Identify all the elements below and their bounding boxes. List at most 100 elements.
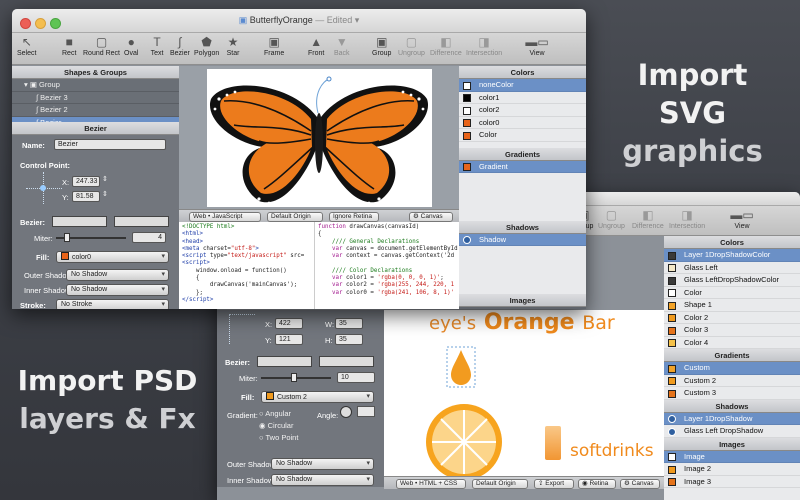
h-field[interactable]: 35 (335, 334, 363, 345)
color-swatch (668, 251, 676, 260)
resource-row[interactable]: Image 3 (664, 476, 800, 488)
outer-shadow-popup[interactable]: No Shadow (271, 458, 374, 470)
back-lang-popup[interactable]: Web • HTML + CSS (396, 478, 466, 489)
bezier-join-buttons[interactable] (257, 356, 312, 367)
resource-row[interactable]: Gradient (459, 160, 586, 173)
js-code-pane[interactable]: function drawCanvas(canvasId) { //// Gen… (314, 222, 459, 309)
bring-front-icon: ▲ (310, 35, 323, 49)
back-canvas-button[interactable]: ⚙ Canvas (620, 478, 660, 489)
gradient-radio-angular[interactable]: ○ Angular (259, 409, 291, 418)
cp-x-stepper[interactable]: ⇕ (102, 175, 108, 183)
resource-row[interactable]: Glass LeftDropShadowColor (664, 274, 800, 287)
resource-row[interactable]: noneColor (459, 79, 586, 92)
front-canvas[interactable] (179, 66, 459, 209)
tool-select[interactable]: ↖ Select (17, 35, 36, 57)
resource-row[interactable]: Color 4 (664, 337, 800, 349)
resource-row[interactable]: Color (664, 287, 800, 299)
resource-row[interactable]: Color (459, 129, 586, 142)
cp-y-stepper[interactable]: ⇕ (102, 190, 108, 198)
tool-group[interactable]: ▣ Group (372, 35, 391, 57)
miter-field[interactable]: 10 (337, 372, 375, 383)
resource-label: Custom 2 (684, 375, 717, 385)
html-code-pane[interactable]: <!DOCTYPE html> <html> <head> <meta char… (179, 222, 314, 309)
front-origin-popup[interactable]: Default Origin (267, 211, 323, 222)
h-label: H: (325, 336, 333, 345)
gradient-radio-circular[interactable]: ◉ Circular (259, 421, 293, 430)
w-field[interactable]: 35 (335, 318, 363, 329)
angle-dial[interactable] (340, 406, 352, 418)
minimize-button[interactable] (35, 18, 46, 29)
bezier-cap-buttons[interactable] (114, 216, 169, 227)
tool-frame[interactable]: ▣ Frame (264, 35, 284, 57)
gradient-radio-two-point[interactable]: ○ Two Point (259, 433, 298, 442)
miter-slider-knob[interactable] (291, 373, 297, 382)
resource-row[interactable]: Custom 2 (664, 375, 800, 387)
resource-row[interactable]: Shadow (459, 233, 586, 246)
angle-stepper[interactable] (357, 406, 375, 417)
tool-oval[interactable]: ● Oval (124, 35, 138, 57)
back-canvas[interactable]: eye's Orange Bar softdrinks (384, 310, 664, 476)
resource-row[interactable]: Glass Left DropShadow (664, 425, 800, 438)
resource-row[interactable]: color2 (459, 104, 586, 117)
inner-shadow-popup[interactable]: No Shadow (271, 474, 374, 486)
tool-bezier[interactable]: ∫ Bezier (170, 35, 190, 57)
resource-row[interactable]: Layer 1DropShadow (664, 412, 800, 425)
back-tool-difference[interactable]: ◧ Difference (632, 208, 664, 230)
outer-shadow-popup[interactable]: No Shadow (66, 269, 169, 281)
resource-row[interactable]: Custom (664, 362, 800, 375)
resource-row[interactable]: Image (664, 450, 800, 463)
back-tool-ungroup[interactable]: ▢ Ungroup (598, 208, 625, 230)
angle-label: Angle: (317, 411, 339, 420)
tool-difference[interactable]: ◧ Difference (430, 35, 462, 57)
tool-view[interactable]: ▬▭ View (524, 35, 550, 57)
x-field[interactable]: 422 (275, 318, 303, 329)
cp-y-field[interactable]: 81.58 (72, 191, 100, 202)
resource-row[interactable]: Glass Left (664, 262, 800, 274)
back-tool-intersection[interactable]: ◨ Intersection (669, 208, 705, 230)
back-retina-button[interactable]: ◉ Retina (578, 478, 616, 489)
tool-front[interactable]: ▲ Front (308, 35, 324, 57)
front-canvas-button[interactable]: ⚙ Canvas (409, 211, 453, 222)
resource-row[interactable]: color1 (459, 92, 586, 104)
front-lang-popup[interactable]: Web • JavaScript (189, 211, 261, 222)
tool-label: Round Rect (83, 50, 120, 57)
close-button[interactable] (20, 18, 31, 29)
cp-x-field[interactable]: 247.33 (72, 176, 100, 187)
back-origin-popup[interactable]: Default Origin (472, 478, 528, 489)
miter-slider-knob[interactable] (64, 233, 70, 242)
resource-row[interactable]: Layer 1DropShadowColor (664, 249, 800, 262)
zoom-button[interactable] (50, 18, 61, 29)
resource-row[interactable]: Color 2 (664, 312, 800, 324)
y-field[interactable]: 121 (275, 334, 303, 345)
tool-polygon[interactable]: ⬟ Polygon (194, 35, 219, 57)
resource-row[interactable]: Custom 3 (664, 387, 800, 400)
fill-value: Custom 2 (277, 394, 307, 401)
fill-popup[interactable]: Custom 2 (261, 391, 374, 403)
tool-back[interactable]: ▼ Back (334, 35, 350, 57)
resource-row[interactable]: Color 3 (664, 324, 800, 337)
shape-row[interactable]: ▾ ▣ Group (12, 79, 179, 92)
tool-ungroup[interactable]: ▢ Ungroup (398, 35, 425, 57)
resource-row[interactable]: Image 2 (664, 463, 800, 476)
front-retina-popup[interactable]: Ignore Retina (329, 211, 379, 222)
name-field[interactable]: Bezier (54, 139, 166, 150)
tool-star[interactable]: ★ Star (226, 35, 240, 57)
fill-popup[interactable]: color0 (56, 251, 169, 263)
edited-status[interactable]: — Edited ▾ (315, 15, 359, 25)
resource-row[interactable]: color0 (459, 117, 586, 129)
tool-text[interactable]: T Text (150, 35, 164, 57)
promo-import-svg: Import SVG graphics (600, 56, 785, 170)
back-export-button[interactable]: ⇪ Export (534, 478, 574, 489)
resource-row[interactable]: Shape 1 (664, 299, 800, 312)
shape-row[interactable]: ∫ Bezier 3 (12, 92, 179, 104)
tool-rect[interactable]: ■ Rect (62, 35, 76, 57)
bezier-cap-buttons[interactable] (319, 356, 374, 367)
shape-row[interactable]: ∫ Bezier 2 (12, 104, 179, 117)
inner-shadow-popup[interactable]: No Shadow (66, 284, 169, 296)
miter-field[interactable]: 4 (132, 232, 166, 243)
bezier-join-buttons[interactable] (52, 216, 107, 227)
tool-intersection[interactable]: ◨ Intersection (466, 35, 502, 57)
back-tool-view[interactable]: ▬▭ View (729, 208, 755, 230)
tool-round-rect[interactable]: ▢ Round Rect (83, 35, 120, 57)
stroke-popup[interactable]: No Stroke (56, 299, 169, 309)
